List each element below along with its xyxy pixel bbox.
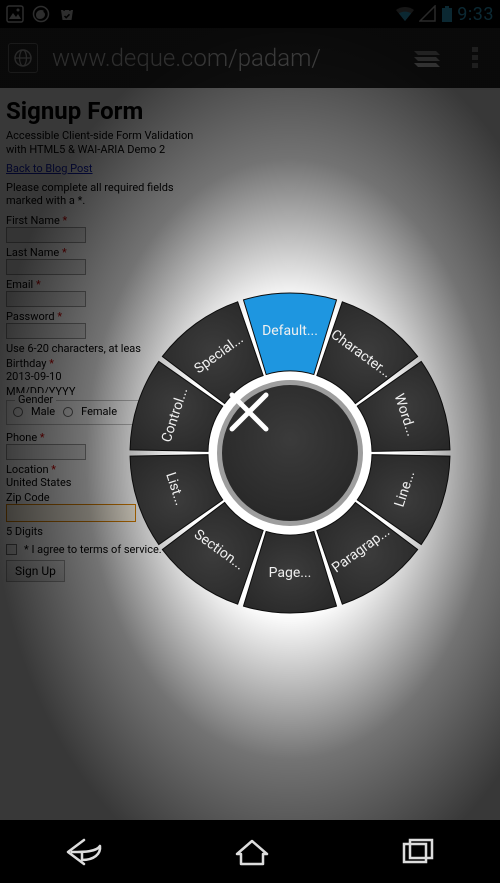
site-favicon[interactable]: [8, 43, 38, 73]
radial-close-button[interactable]: [217, 380, 363, 526]
page-description: Accessible Client-side Form Validation w…: [6, 129, 494, 157]
overflow-menu-icon[interactable]: [458, 43, 492, 73]
phone-field[interactable]: [6, 444, 86, 460]
first-name-field[interactable]: [6, 227, 86, 243]
desc-line-1: Accessible Client-side Form Validation: [6, 129, 193, 142]
female-label: Female: [81, 405, 117, 418]
cell-signal-icon: [419, 5, 437, 23]
terms-checkbox[interactable]: [6, 544, 17, 555]
instr-line-1: Please complete all required fields: [6, 181, 174, 194]
back-button[interactable]: [64, 836, 106, 868]
last-name-label: Last Name *: [6, 246, 494, 259]
url-bar[interactable]: www.deque.com/padam/: [52, 44, 396, 72]
instructions: Please complete all required fields mark…: [6, 181, 494, 209]
desc-line-2: with HTML5 & WAI-ARIA Demo 2: [6, 143, 165, 156]
recents-button[interactable]: [398, 836, 436, 868]
firefox-notification-icon: [32, 5, 50, 23]
last-name-field[interactable]: [6, 259, 86, 275]
female-radio[interactable]: [63, 407, 73, 417]
page-title: Signup Form: [6, 97, 494, 125]
gender-legend: Gender: [15, 393, 56, 406]
email-field[interactable]: [6, 291, 86, 307]
instr-line-2: marked with a *.: [6, 194, 85, 207]
home-button[interactable]: [233, 836, 271, 868]
first-name-label: First Name *: [6, 214, 494, 227]
battery-icon: [441, 5, 453, 23]
navigation-bar: [0, 820, 500, 883]
image-notification-icon: [6, 5, 24, 23]
shopping-notification-icon: [58, 5, 76, 23]
zip-field[interactable]: [6, 504, 136, 522]
gender-fieldset: Gender Male Female: [6, 400, 146, 425]
male-label: Male: [31, 405, 55, 418]
clock: 9:33: [457, 4, 494, 25]
male-radio[interactable]: [13, 407, 23, 417]
browser-bar: www.deque.com/padam/: [0, 28, 500, 88]
password-field[interactable]: [6, 323, 86, 339]
status-right: 9:33: [395, 4, 494, 25]
sign-up-button[interactable]: Sign Up: [6, 560, 65, 582]
wifi-icon: [395, 5, 415, 23]
tabs-icon[interactable]: [410, 43, 444, 73]
back-to-blog-link[interactable]: Back to Blog Post: [6, 162, 93, 175]
status-left: [6, 5, 76, 23]
radial-menu: Default...Character...Word...Line...Para…: [127, 290, 453, 616]
status-bar: 9:33: [0, 0, 500, 28]
